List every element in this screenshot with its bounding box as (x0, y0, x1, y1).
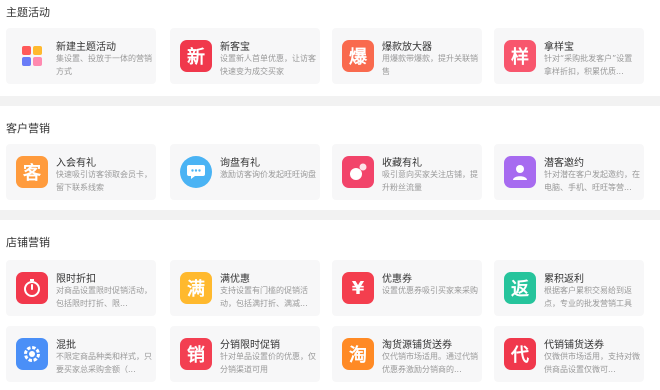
card-title: 淘货源铺货送券 (382, 340, 452, 351)
section-title-customer-marketing: 客户营销 (6, 122, 50, 135)
card-description: 对商品设置限时促销活动，包括限时打折、限... (56, 286, 152, 308)
card-description: 用爆款带爆款，提升关联销售 (382, 54, 478, 76)
chat-bubble-icon (180, 156, 212, 188)
card-distribution-promo[interactable]: 销 分销限时促销 针对单品设置价的优惠，仅分销渠道可用 (170, 326, 320, 382)
card-join-gift[interactable]: 客 入会有礼 快速吸引访客领取会员卡，留下联系线索 (6, 144, 156, 200)
card-description: 针对“采购批发客户”设置拿样折扣，积累优质... (544, 54, 633, 76)
ke-icon: 客 (16, 156, 48, 188)
card-description: 激励访客询价发起旺旺询盘 (220, 170, 316, 179)
card-title: 新客宝 (220, 42, 250, 53)
card-title: 潜客邀约 (544, 158, 584, 169)
card-title: 询盘有礼 (220, 158, 260, 169)
card-description: 设置优惠券吸引买家来采购 (382, 286, 478, 295)
xiao-icon: 销 (180, 338, 212, 370)
card-mixed-batch[interactable]: 混批 不限定商品种类和样式，只要买家总采购金额（... (6, 326, 156, 382)
favorite-circles-icon (342, 156, 374, 188)
card-description: 仅微供市场适用，支持对微供商品设置仅微可... (544, 352, 640, 374)
card-new-theme-activity[interactable]: 新建主题活动 集设置、投放于一体的营销方式 (6, 28, 156, 84)
card-inquiry-gift[interactable]: 询盘有礼 激励访客询价发起旺旺询盘 (170, 144, 320, 200)
section-divider (0, 96, 660, 106)
card-title: 新建主题活动 (56, 42, 116, 53)
man-icon: 满 (180, 272, 212, 304)
card-description: 集设置、投放于一体的营销方式 (56, 54, 152, 76)
card-title: 代销铺货送券 (544, 340, 604, 351)
bao-icon: 爆 (342, 40, 374, 72)
card-consignment-coupon[interactable]: 代 代销铺货送券 仅微供市场适用，支持对微供商品设置仅微可... (494, 326, 644, 382)
card-new-customer[interactable]: 新 新客宝 设置新人首单优惠，让访客快速变为成交买家 (170, 28, 320, 84)
card-taohuoyuan-coupon[interactable]: 淘 淘货源铺货送券 仅代销市场适用。通过代销优惠券激励分销商的... (332, 326, 482, 382)
card-title: 拿样宝 (544, 42, 574, 53)
fan-icon: 返 (504, 272, 536, 304)
yang-icon: 样 (504, 40, 536, 72)
card-title: 满优惠 (220, 274, 250, 285)
card-title: 分销限时促销 (220, 340, 280, 351)
card-description: 根据客户累积交易给到返点，专业的批发营销工具 (544, 286, 632, 308)
card-cumulative-rebate[interactable]: 返 累积返利 根据客户累积交易给到返点，专业的批发营销工具 (494, 260, 644, 316)
card-hot-amplifier[interactable]: 爆 爆款放大器 用爆款带爆款，提升关联销售 (332, 28, 482, 84)
card-description: 仅代销市场适用。通过代销优惠券激励分销商的... (382, 352, 478, 374)
card-full-discount[interactable]: 满 满优惠 支持设置有门槛的促销活动，包括满打折、满减... (170, 260, 320, 316)
section-divider (0, 210, 660, 220)
card-description: 针对单品设置价的优惠，仅分销渠道可用 (220, 352, 316, 374)
card-description: 支持设置有门槛的促销活动，包括满打折、满减... (220, 286, 308, 308)
tao-icon: 淘 (342, 338, 374, 370)
card-description: 吸引意向买家关注店铺，提升粉丝流量 (382, 170, 478, 192)
card-coupon[interactable]: ¥ 优惠券 设置优惠券吸引买家来采购 (332, 260, 482, 316)
yen-icon: ¥ (342, 272, 374, 304)
gear-icon (16, 338, 48, 370)
card-title: 限时折扣 (56, 274, 96, 285)
user-icon (504, 156, 536, 188)
card-sample-treasure[interactable]: 样 拿样宝 针对“采购批发客户”设置拿样折扣，积累优质... (494, 28, 644, 84)
card-title: 收藏有礼 (382, 158, 422, 169)
xin-icon: 新 (180, 40, 212, 72)
card-description: 针对潜在客户发起邀约，在电脑、手机、旺旺等营... (544, 170, 640, 192)
section-title-store-marketing: 店铺营销 (6, 236, 50, 249)
card-title: 入会有礼 (56, 158, 96, 169)
card-title: 累积返利 (544, 274, 584, 285)
dai-icon: 代 (504, 338, 536, 370)
section-title-theme-activities: 主题活动 (6, 6, 50, 19)
stopwatch-icon (16, 272, 48, 304)
card-prospect-invite[interactable]: 潜客邀约 针对潜在客户发起邀约，在电脑、手机、旺旺等营... (494, 144, 644, 200)
card-title: 优惠券 (382, 274, 412, 285)
card-description: 设置新人首单优惠，让访客快速变为成交买家 (220, 54, 316, 76)
card-description: 快速吸引访客领取会员卡，留下联系线索 (56, 170, 152, 192)
card-favorite-gift[interactable]: 收藏有礼 吸引意向买家关注店铺，提升粉丝流量 (332, 144, 482, 200)
card-limited-discount[interactable]: 限时折扣 对商品设置限时促销活动，包括限时打折、限... (6, 260, 156, 316)
card-title: 混批 (56, 340, 76, 351)
card-description: 不限定商品种类和样式，只要买家总采购金额（... (56, 352, 152, 374)
card-title: 爆款放大器 (382, 42, 432, 53)
four-squares-icon (16, 40, 48, 72)
